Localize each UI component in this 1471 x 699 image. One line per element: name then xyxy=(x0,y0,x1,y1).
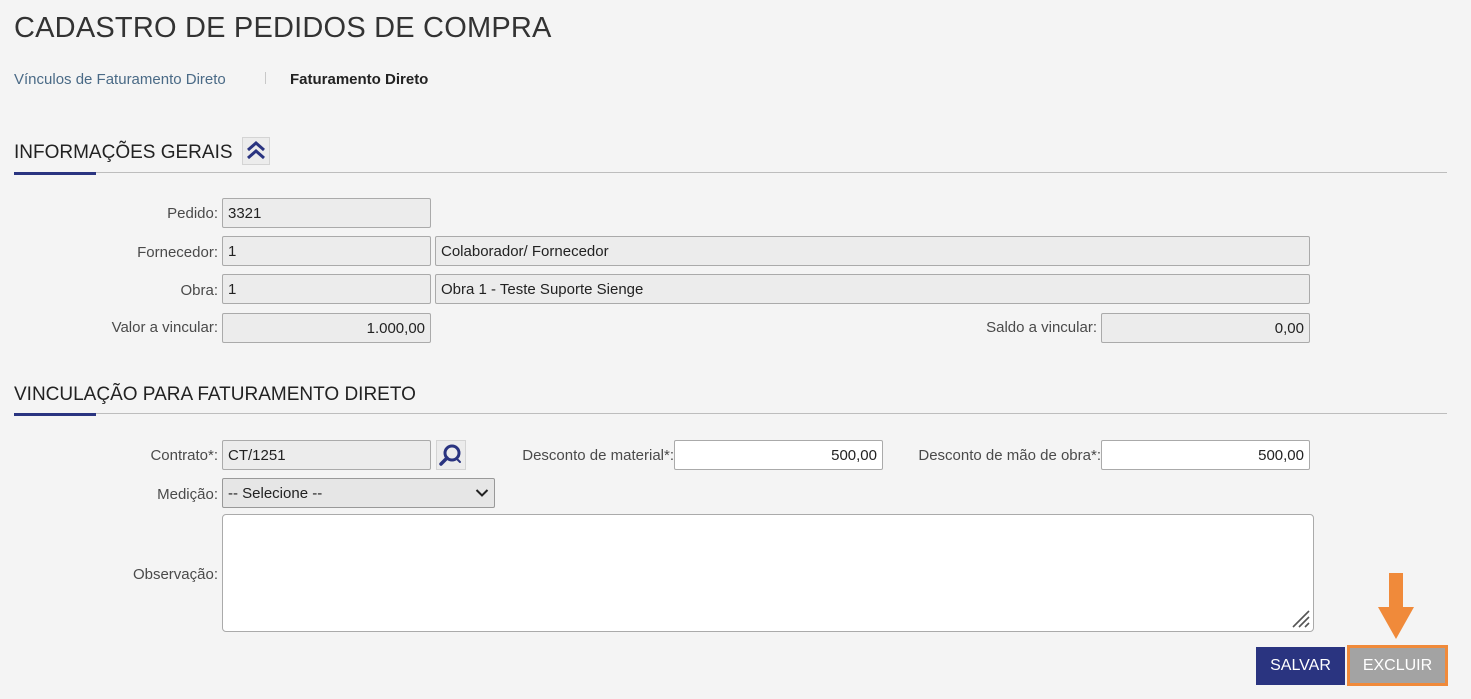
contrato-label: Contrato*: xyxy=(150,447,218,464)
section-general-title: INFORMAÇÕES GERAIS xyxy=(14,142,233,163)
valor-vincular-label: Valor a vincular: xyxy=(111,319,218,336)
desconto-material-label: Desconto de material*: xyxy=(522,447,674,464)
collapse-section-button[interactable] xyxy=(242,137,270,165)
section-divider xyxy=(14,413,1447,414)
desconto-material-input[interactable]: 500,00 xyxy=(674,440,883,470)
valor-vincular-field: 1.000,00 xyxy=(222,313,431,343)
resize-handle-icon[interactable] xyxy=(1289,607,1311,629)
tab-faturamento-direto[interactable]: Faturamento Direto xyxy=(290,71,428,88)
medicao-label: Medição: xyxy=(157,486,218,503)
tab-separator xyxy=(265,72,266,84)
section-divider xyxy=(14,172,1447,173)
page-title: CADASTRO DE PEDIDOS DE COMPRA xyxy=(14,12,552,44)
chevron-down-icon xyxy=(475,489,489,497)
saldo-vincular-field: 0,00 xyxy=(1101,313,1310,343)
medicao-selected-value: -- Selecione -- xyxy=(228,484,323,502)
contrato-search-button[interactable] xyxy=(436,440,466,470)
double-chevron-up-icon xyxy=(247,141,265,160)
saldo-vincular-label: Saldo a vincular: xyxy=(986,319,1097,336)
tab-vinculos-faturamento-direto[interactable]: Vínculos de Faturamento Direto xyxy=(14,71,226,88)
obra-code-field: 1 xyxy=(222,274,431,304)
pedido-label: Pedido: xyxy=(167,205,218,222)
observacao-textarea[interactable] xyxy=(222,514,1314,632)
fornecedor-label: Fornecedor: xyxy=(137,244,218,261)
delete-button[interactable]: EXCLUIR xyxy=(1347,645,1448,686)
medicao-select[interactable]: -- Selecione -- xyxy=(222,478,495,508)
fornecedor-name-field: Colaborador/ Fornecedor xyxy=(435,236,1310,266)
save-button[interactable]: SALVAR xyxy=(1256,647,1345,685)
section-link-title: VINCULAÇÃO PARA FATURAMENTO DIRETO xyxy=(14,384,416,405)
section-accent xyxy=(14,172,96,175)
highlight-arrow-icon xyxy=(1378,573,1414,639)
desconto-mao-obra-input[interactable]: 500,00 xyxy=(1101,440,1310,470)
desconto-mao-obra-label: Desconto de mão de obra*: xyxy=(918,447,1101,464)
fornecedor-code-field: 1 xyxy=(222,236,431,266)
obra-label: Obra: xyxy=(180,282,218,299)
search-icon xyxy=(439,444,461,466)
pedido-field: 3321 xyxy=(222,198,431,228)
contrato-field: CT/1251 xyxy=(222,440,431,470)
observacao-label: Observação: xyxy=(132,566,218,583)
section-accent xyxy=(14,413,96,416)
obra-name-field: Obra 1 - Teste Suporte Sienge xyxy=(435,274,1310,304)
